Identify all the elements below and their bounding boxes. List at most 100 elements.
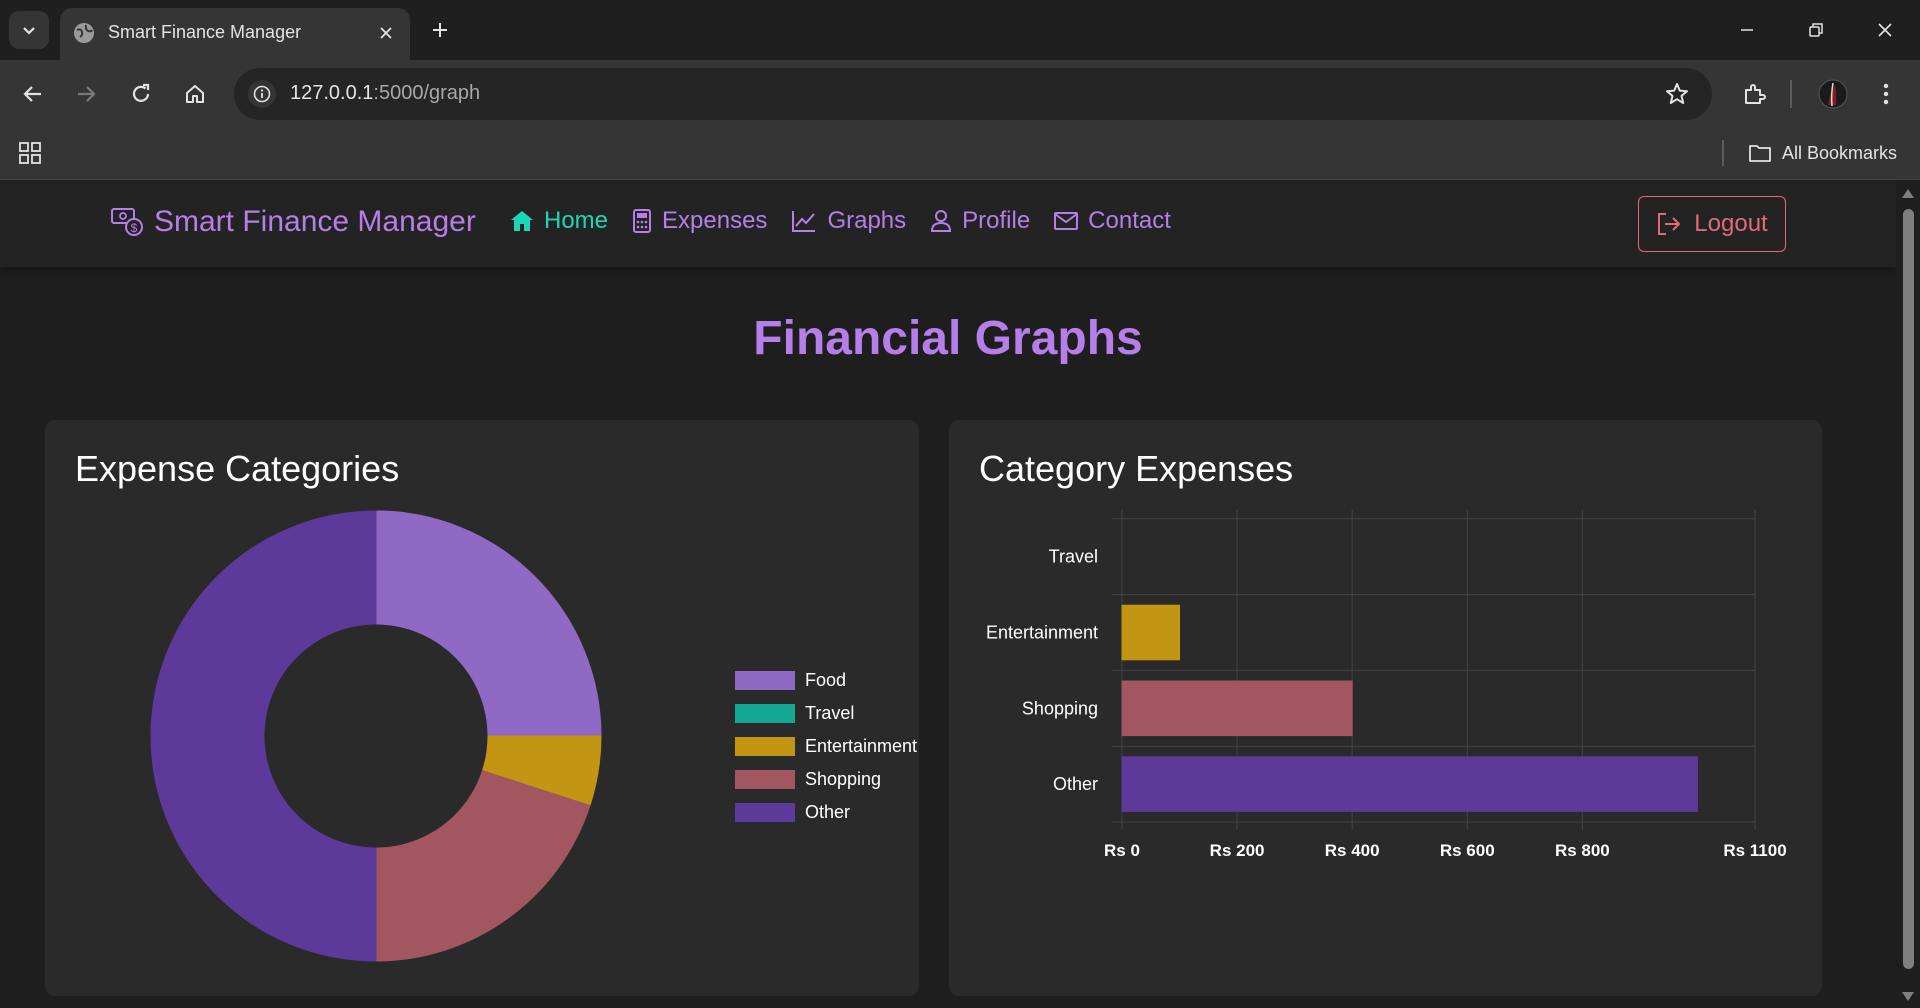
expense-categories-card: Expense Categories Food Travel Entertainme… [45,420,919,996]
x-tick-label: Rs 800 [1555,841,1610,860]
close-icon [1878,23,1892,37]
x-tick-label: Rs 400 [1325,841,1380,860]
scroll-down-icon[interactable] [1901,991,1915,1003]
legend-label: Entertainment [805,736,918,756]
browser-tab[interactable]: Smart Finance Manager [60,8,410,60]
plus-icon [433,23,447,37]
home-icon [511,211,533,231]
nav-link-label: Contact [1088,207,1171,234]
legend-item-other[interactable]: Other [735,796,917,829]
page-scrollbar[interactable] [1896,181,1920,1008]
bar-shopping[interactable] [1121,680,1353,737]
category-expenses-card: Category Expenses FoodTravelEntertainmen… [949,420,1822,996]
card-title: Expense Categories [75,448,400,489]
legend-item-shopping[interactable]: Shopping [735,763,917,796]
reload-button[interactable] [121,74,161,114]
bookmark-star-icon[interactable] [1664,81,1690,107]
legend-swatch [735,770,795,789]
legend-label: Shopping [805,769,882,789]
envelope-icon [1054,212,1079,230]
bar-other[interactable] [1121,756,1698,812]
all-bookmarks-label: All Bookmarks [1782,142,1898,163]
restore-button[interactable] [1793,12,1839,48]
back-button[interactable] [13,74,53,114]
scroll-up-icon[interactable] [1901,187,1915,199]
logout-icon [1658,213,1681,235]
nav-link-label: Graphs [827,207,907,234]
tab-search-button[interactable] [9,11,49,49]
tab-title: Smart Finance Manager [108,22,302,42]
close-window-button[interactable] [1862,12,1908,48]
nav-link-label: Expenses [662,207,768,234]
profile-avatar-button[interactable] [1813,74,1853,114]
x-tick-label: Rs 200 [1210,841,1265,860]
x-tick-label: Rs 1100 [1723,841,1786,860]
legend-label: Travel [805,703,855,723]
legend-item-entertainment[interactable]: Entertainment [735,730,917,763]
bar-entertainment[interactable] [1121,604,1181,661]
browser-tab-strip: Smart Finance Manager [0,0,1920,60]
legend-label: Food [805,670,847,690]
donut-slice-shopping[interactable] [375,769,591,962]
y-tick-label: Travel [1049,547,1098,567]
calculator-icon [633,209,652,233]
page-content: $ Smart Finance Manager Home Expenses Gr… [0,181,1896,1008]
nav-link-graphs[interactable]: Graphs [791,207,906,235]
address-bar[interactable]: 127.0.0.1:5000/graph [234,68,1712,120]
page-title: Financial Graphs [753,312,1143,365]
avatar-icon [1818,79,1848,109]
legend-item-travel[interactable]: Travel [735,697,917,730]
url-path: :5000/graph [373,82,481,104]
brand-link[interactable]: $ Smart Finance Manager [110,205,476,239]
minimize-button[interactable] [1724,12,1770,48]
toolbar-divider [1790,80,1792,108]
puzzle-icon [1745,84,1766,104]
nav-link-expenses[interactable]: Expenses [632,207,767,235]
new-tab-button[interactable] [424,14,456,46]
scrollbar-thumb[interactable] [1903,209,1914,969]
url-host: 127.0.0.1 [290,82,374,104]
person-icon [931,210,952,232]
restore-icon [1809,23,1823,37]
nav-link-profile[interactable]: Profile [930,207,1030,235]
forward-button[interactable] [66,74,106,114]
site-navbar: $ Smart Finance Manager Home Expenses Gr… [0,181,1896,267]
svg-text:$: $ [131,221,138,235]
extensions-button[interactable] [1734,74,1774,114]
home-outline-icon [186,85,204,103]
apps-grid-icon[interactable] [18,141,42,165]
folder-icon [1749,145,1771,162]
browser-toolbar: 127.0.0.1:5000/graph [0,60,1920,128]
arrow-right-icon [78,86,96,102]
nav-link-contact[interactable]: Contact [1054,207,1171,235]
all-bookmarks-button[interactable]: All Bookmarks [1748,140,1897,166]
legend-swatch [735,803,795,822]
line-chart-icon [792,211,816,232]
bookmarks-divider [1722,140,1724,166]
site-info-icon[interactable] [248,80,276,108]
bookmarks-bar: All Bookmarks [0,128,1920,180]
chevron-down-icon [23,27,35,35]
donut-legend: Food Travel Entertainment Shopping Other [735,664,917,829]
nav-links: Home Expenses Graphs Profile Contact [510,207,1171,235]
y-tick-label: Shopping [1022,698,1098,718]
donut-slice-food[interactable] [375,510,602,737]
tab-close-icon[interactable] [374,21,398,45]
legend-swatch [735,671,795,690]
card-title: Category Expenses [979,448,1294,489]
nav-link-label: Profile [962,207,1031,234]
x-tick-label: Rs 600 [1440,841,1495,860]
kebab-menu-icon [1883,83,1889,105]
logout-button[interactable]: Logout [1638,196,1786,252]
y-tick-label: Entertainment [986,623,1098,643]
browser-menu-button[interactable] [1866,74,1906,114]
home-button[interactable] [175,74,215,114]
donut-chart [150,510,602,962]
nav-link-home[interactable]: Home [510,207,608,235]
legend-item-food[interactable]: Food [735,664,917,697]
donut-slice-other[interactable] [150,510,377,962]
globe-icon [74,23,94,43]
money-cycle-icon: $ [111,208,143,236]
brand-name: Smart Finance Manager [154,205,476,238]
minimize-icon [1741,29,1753,31]
